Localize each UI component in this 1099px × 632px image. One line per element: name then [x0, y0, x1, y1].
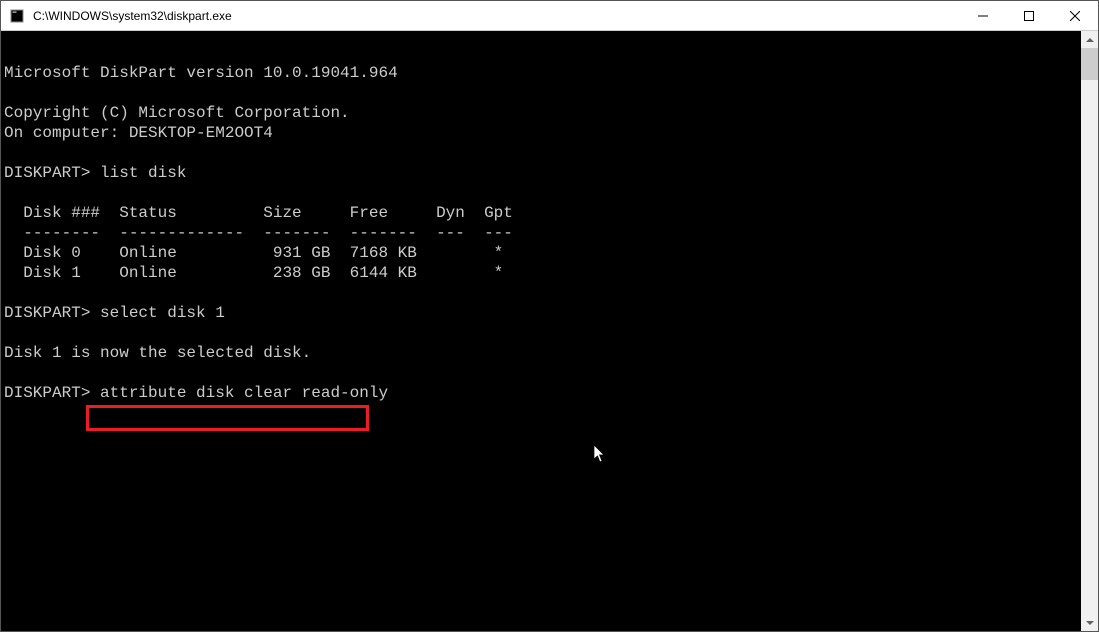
window-controls	[960, 1, 1098, 30]
titlebar[interactable]: C:\WINDOWS\system32\diskpart.exe	[1, 1, 1098, 31]
selected-message: Disk 1 is now the selected disk.	[4, 344, 311, 362]
copyright-line: Copyright (C) Microsoft Corporation.	[4, 104, 350, 122]
scroll-thumb[interactable]	[1081, 48, 1098, 80]
close-button[interactable]	[1052, 1, 1098, 30]
vertical-scrollbar[interactable]	[1081, 31, 1098, 631]
cursor-icon	[517, 425, 606, 489]
app-window: C:\WINDOWS\system32\diskpart.exe Microso…	[0, 0, 1099, 632]
prompt-command-highlighted: attribute disk clear read-only	[100, 384, 388, 402]
highlight-box	[86, 405, 369, 431]
minimize-button[interactable]	[960, 1, 1006, 30]
scroll-up-arrow-icon[interactable]	[1081, 31, 1098, 48]
content-area: Microsoft DiskPart version 10.0.19041.96…	[1, 31, 1098, 631]
scroll-track[interactable]	[1081, 48, 1098, 614]
scroll-down-arrow-icon[interactable]	[1081, 614, 1098, 631]
table-row: Disk 0 Online 931 GB 7168 KB *	[4, 244, 503, 262]
table-divider: -------- ------------- ------- ------- -…	[4, 224, 513, 242]
prompt-select-disk: DISKPART> select disk 1	[4, 304, 225, 322]
maximize-button[interactable]	[1006, 1, 1052, 30]
table-row: Disk 1 Online 238 GB 6144 KB *	[4, 264, 503, 282]
terminal-output[interactable]: Microsoft DiskPart version 10.0.19041.96…	[1, 31, 1081, 631]
prompt-prefix: DISKPART>	[4, 384, 100, 402]
window-title: C:\WINDOWS\system32\diskpart.exe	[33, 9, 960, 23]
table-header: Disk ### Status Size Free Dyn Gpt	[4, 204, 513, 222]
prompt-list-disk: DISKPART> list disk	[4, 164, 186, 182]
computer-line: On computer: DESKTOP-EM2OOT4	[4, 124, 273, 142]
version-line: Microsoft DiskPart version 10.0.19041.96…	[4, 64, 398, 82]
app-icon	[9, 8, 25, 24]
